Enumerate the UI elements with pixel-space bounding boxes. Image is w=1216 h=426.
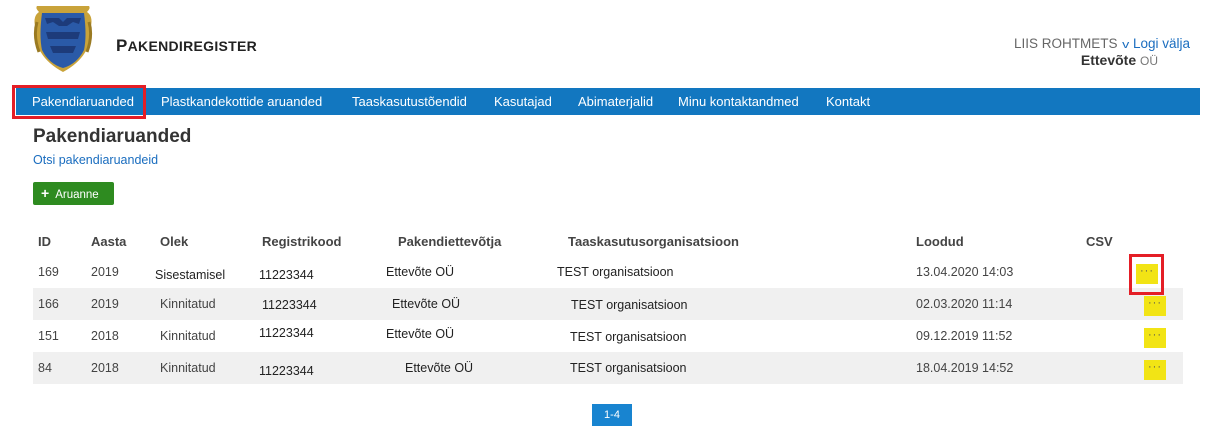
nav-item-kasutajad[interactable]: Kasutajad — [494, 88, 552, 115]
row-actions-button[interactable]: ··· — [1144, 296, 1166, 316]
table-row[interactable]: 169 2019 Sisestamisel 11223344 Ettevõte … — [33, 256, 1183, 288]
cell-regcode: 11223344 — [259, 364, 314, 378]
cell-organisation: TEST organisatsioon — [570, 330, 687, 344]
cell-status: Kinnitatud — [160, 297, 216, 311]
column-header-csv: CSV — [1086, 234, 1113, 249]
cell-company: Ettevõte OÜ — [386, 327, 455, 341]
column-header-year[interactable]: Aasta — [91, 234, 126, 249]
main-nav: Pakendiaruanded Plastkandekottide aruand… — [16, 88, 1200, 115]
row-actions-button[interactable]: ··· — [1144, 360, 1166, 380]
cell-id: 169 — [38, 265, 59, 279]
column-header-regcode[interactable]: Registrikood — [262, 234, 341, 249]
nav-item-kontakt[interactable]: Kontakt — [826, 88, 870, 115]
table-row[interactable]: 166 2019 Kinnitatud 11223344 Ettevõte OÜ… — [33, 288, 1183, 320]
nav-item-minu-kontaktandmed[interactable]: Minu kontaktandmed — [678, 88, 799, 115]
csv-highlight-box — [1129, 254, 1164, 295]
header: PAKENDIREGISTER LIIS ROHTMETS v Logi välja… — [0, 0, 1216, 88]
nav-item-abimaterjalid[interactable]: Abimaterjalid — [578, 88, 653, 115]
cell-id: 166 — [38, 297, 59, 311]
user-block: LIIS ROHTMETS v Logi välja Ettevõte OÜ — [1014, 36, 1190, 68]
company-name: Ettevõte OÜ — [1080, 52, 1158, 68]
cell-id: 84 — [38, 361, 52, 375]
column-header-created[interactable]: Loodud — [916, 234, 964, 249]
cell-status: Kinnitatud — [160, 361, 216, 375]
cell-created: 02.03.2020 11:14 — [916, 297, 1013, 311]
cell-regcode: 11223344 — [259, 268, 314, 282]
app-title: PAKENDIREGISTER — [116, 36, 258, 55]
cell-year: 2019 — [91, 297, 119, 311]
chevron-down-icon[interactable]: v — [1123, 39, 1130, 51]
row-actions-button[interactable]: ··· — [1144, 328, 1166, 348]
search-reports-link[interactable]: Otsi pakendiaruandeid — [33, 153, 158, 167]
user-line: LIIS ROHTMETS v Logi välja — [1014, 36, 1190, 51]
plus-icon: + — [41, 185, 50, 201]
column-header-organisation[interactable]: Taaskasutusorganisatsioon — [568, 234, 739, 249]
logout-link[interactable]: Logi välja — [1133, 36, 1190, 51]
cell-organisation: TEST organisatsioon — [571, 298, 688, 312]
table-row[interactable]: 151 2018 Kinnitatud 11223344 Ettevõte OÜ… — [33, 320, 1183, 352]
cell-year: 2018 — [91, 361, 119, 375]
cell-id: 151 — [38, 329, 59, 343]
nav-item-plastkandekottide-aruanded[interactable]: Plastkandekottide aruanded — [161, 88, 322, 115]
add-report-button[interactable]: + Aruanne — [33, 182, 114, 205]
cell-year: 2018 — [91, 329, 119, 343]
cell-company: Ettevõte OÜ — [405, 361, 474, 375]
column-header-id[interactable]: ID — [38, 234, 51, 249]
cell-company: Ettevõte OÜ — [386, 265, 455, 279]
page-title: Pakendiaruanded — [33, 126, 192, 147]
cell-regcode: 11223344 — [262, 298, 317, 312]
cell-company: Ettevõte OÜ — [392, 297, 461, 311]
column-header-company[interactable]: Pakendiettevõtja — [398, 234, 501, 249]
reports-table: ID Aasta Olek Registrikood Pakendiettevõ… — [33, 226, 1183, 384]
add-report-label: Aruanne — [55, 189, 99, 201]
cell-status: Kinnitatud — [160, 329, 216, 343]
cell-status: Sisestamisel — [155, 268, 226, 282]
cell-regcode: 11223344 — [259, 326, 314, 340]
cell-created: 18.04.2019 14:52 — [916, 361, 1014, 375]
cell-organisation: TEST organisatsioon — [557, 265, 674, 279]
cell-created: 09.12.2019 11:52 — [916, 329, 1013, 343]
table-header: ID Aasta Olek Registrikood Pakendiettevõ… — [33, 226, 1183, 256]
pagination-button[interactable]: 1-4 — [592, 404, 632, 426]
nav-highlight-box — [12, 85, 146, 119]
nav-item-taaskasutustoendid[interactable]: Taaskasutustõendid — [352, 88, 467, 115]
cell-year: 2019 — [91, 265, 119, 279]
cell-organisation: TEST organisatsioon — [570, 361, 687, 375]
coat-of-arms-logo — [33, 6, 93, 72]
table-row[interactable]: 84 2018 Kinnitatud 11223344 Ettevõte OÜ … — [33, 352, 1183, 384]
cell-created: 13.04.2020 14:03 — [916, 265, 1014, 279]
user-name[interactable]: LIIS ROHTMETS — [1014, 36, 1118, 51]
column-header-status[interactable]: Olek — [160, 234, 188, 249]
